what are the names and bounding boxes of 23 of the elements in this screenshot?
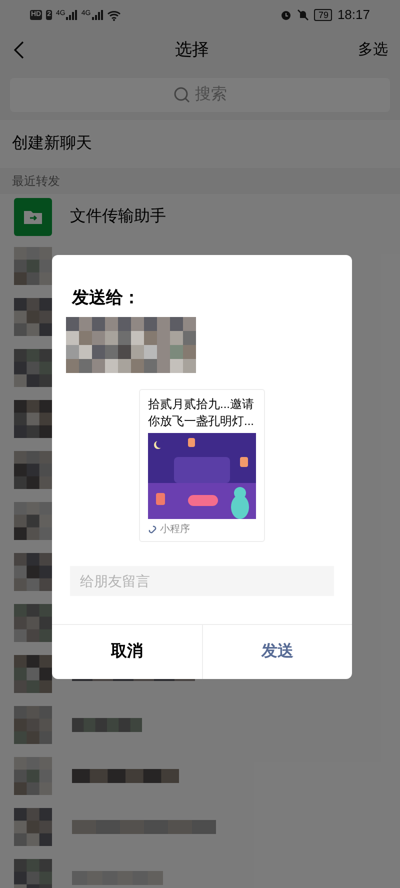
section-label: 最近转发 (12, 173, 60, 190)
signal-icon (92, 10, 103, 20)
page-title: 选择 (175, 39, 209, 62)
wifi-icon (106, 10, 121, 20)
search-icon (173, 86, 191, 104)
back-icon[interactable] (12, 40, 26, 60)
contact-name[interactable]: 文件传输助手 (70, 205, 166, 229)
alarm-icon (280, 9, 292, 21)
muted-bell-icon (297, 9, 310, 21)
new-chat-item[interactable]: 创建新聊天 (12, 132, 92, 156)
clock-time: 18:17 (337, 6, 370, 24)
message-field[interactable]: 给朋友留言 (70, 566, 334, 596)
multi-select-button[interactable]: 多选 (358, 38, 388, 62)
card-title: 拾贰月贰拾九...邀请你放飞一盏孔明灯... (148, 396, 256, 430)
cancel-button[interactable]: 取消 (52, 624, 202, 678)
send-button[interactable]: 发送 (202, 624, 352, 678)
card-source: 小程序 (160, 522, 190, 536)
battery-icon: 79 (314, 9, 332, 21)
link-icon (148, 524, 157, 534)
folder-icon (14, 198, 52, 236)
signal-icon (66, 10, 78, 20)
mini-program-card[interactable]: 拾贰月贰拾九...邀请你放飞一盏孔明灯... 小程序 (139, 388, 265, 542)
dialog-title: 发送给： (70, 287, 141, 309)
